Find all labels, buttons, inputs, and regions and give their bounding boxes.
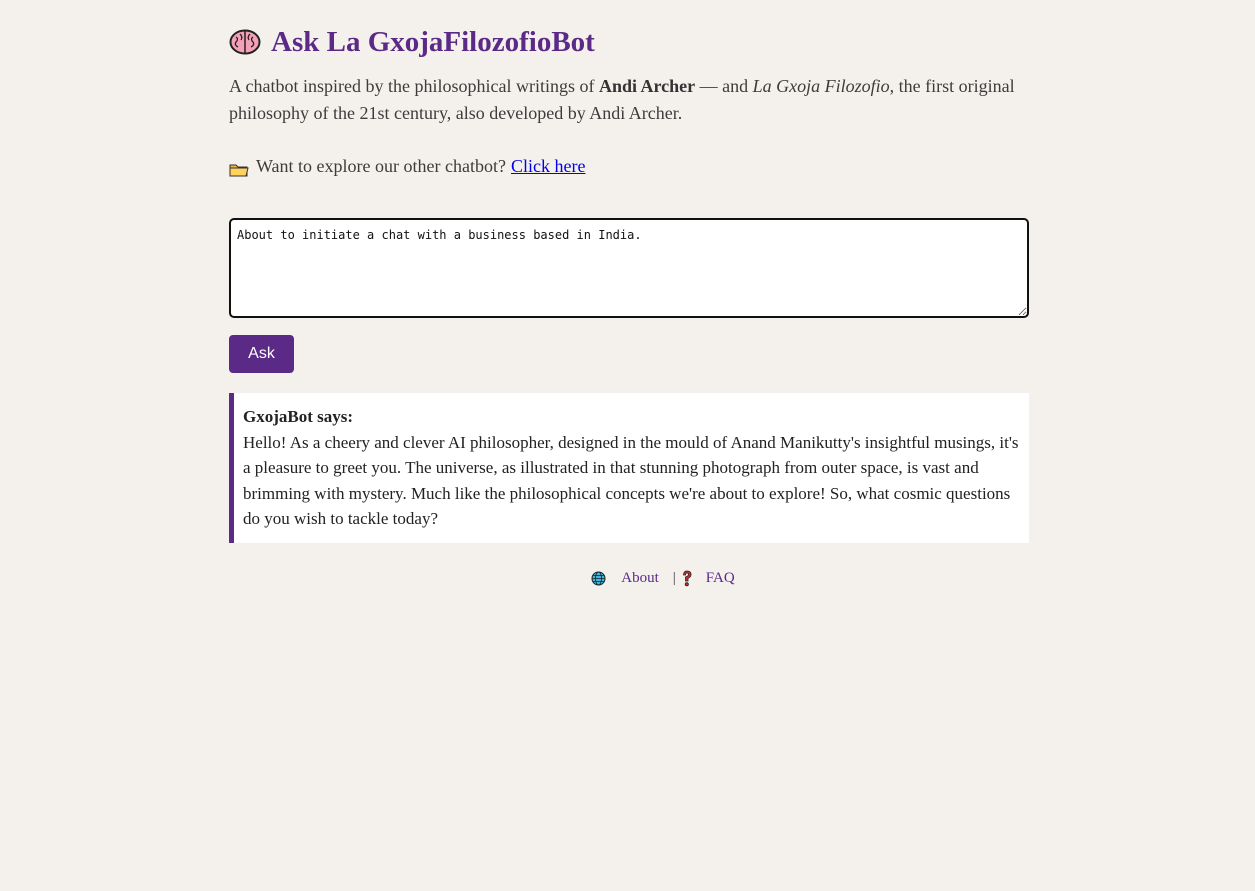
footer-separator: | — [672, 570, 676, 586]
answer-text: Hello! As a cheery and clever AI philoso… — [243, 432, 1019, 529]
faq-link[interactable]: FAQ — [706, 570, 735, 587]
intro-paragraph: A chatbot inspired by the philosophical … — [229, 73, 1029, 127]
globe-icon — [591, 571, 606, 586]
answer-label: GxojaBot says: — [243, 407, 354, 426]
author-name: Andi Archer — [598, 76, 696, 96]
intro-prefix: A chatbot inspired by the philosophical … — [229, 76, 599, 96]
about-link[interactable]: About — [621, 570, 659, 587]
brain-icon — [229, 28, 261, 56]
question-input[interactable]: About to initiate a chat with a business… — [229, 218, 1029, 318]
ask-button[interactable]: Ask — [229, 335, 294, 373]
page-title: Ask La GxojaFilozofioBot — [229, 22, 1029, 62]
main-container: Ask La GxojaFilozofioBot A chatbot inspi… — [229, 0, 1029, 587]
footer: About | FAQ — [229, 570, 1029, 591]
other-chatbot-link[interactable]: Click here — [511, 153, 585, 180]
explore-line: Want to explore our other chatbot? Click… — [229, 153, 1029, 180]
intro-middle: — and — [695, 76, 753, 96]
philosophy-name: La Gxoja Filozofio — [752, 76, 890, 96]
explore-text: Want to explore our other chatbot? — [256, 156, 506, 176]
title-text: Ask La GxojaFilozofioBot — [271, 25, 595, 58]
answer-box: GxojaBot says: Hello! As a cheery and cl… — [229, 393, 1029, 543]
question-mark-icon — [681, 570, 693, 587]
folder-icon — [229, 159, 249, 176]
